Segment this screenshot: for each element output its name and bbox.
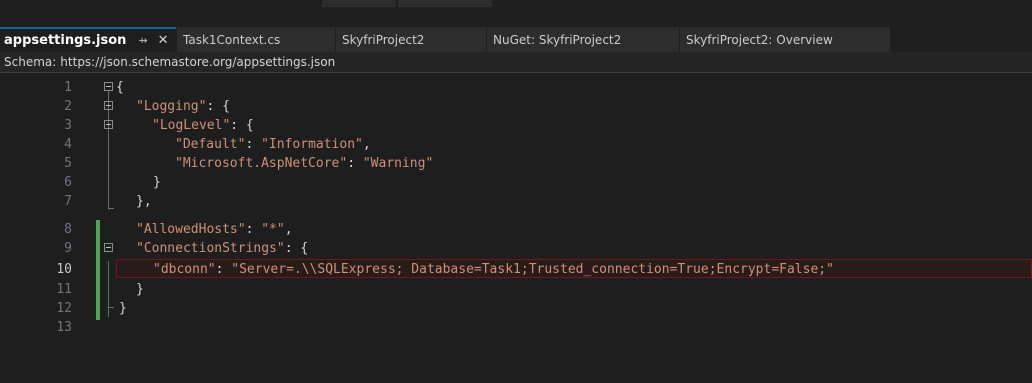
tab-label: Task1Context.cs [183,32,281,47]
tab-task1context-cs[interactable]: Task1Context.cs [177,27,335,52]
title-strip-segment [322,0,396,7]
code-line: 7 }, [0,192,1032,211]
tab-label: NuGet: SkyfriProject2 [493,32,622,47]
line-number: 6 [64,175,72,190]
tab-nuget-skyfriproject2[interactable]: NuGet: SkyfriProject2 [487,27,679,52]
tab-skyfriproject2[interactable]: SkyfriProject2 [336,27,486,52]
code-editor[interactable]: 1 { 2 "Logging": { 3 "LogLevel": { 4 "De… [0,73,1032,383]
code-line: 9 "ConnectionStrings": { [0,239,1032,258]
tab-appsettings-json[interactable]: appsettings.json ⇸ ✕ [0,27,176,52]
code-line: 2 "Logging": { [0,97,1032,116]
fold-icon[interactable] [104,82,113,91]
line-number: 12 [56,301,72,316]
code-text: "dbconn": "Server=.\\SQLExpress; Databas… [153,262,834,277]
code-line: 13 [0,318,1032,337]
line-number: 11 [56,282,72,297]
code-line: 8 "AllowedHosts": "*", [0,220,1032,239]
code-line: 4 "Default": "Information", [0,135,1032,154]
fold-icon[interactable] [104,101,113,110]
code-text: "Logging": { [136,99,230,114]
line-number: 1 [64,80,72,95]
tab-label: SkyfriProject2: Overview [686,32,833,47]
code-text: "AllowedHosts": "*", [136,222,293,237]
code-line: 12 } [0,299,1032,318]
schema-label: Schema: [4,55,57,69]
code-text: } [153,175,161,190]
code-line: 1 { [0,78,1032,97]
code-text: "ConnectionStrings": { [136,241,309,256]
pin-icon[interactable]: ⇸ [138,34,147,47]
code-text: "Default": "Information", [175,137,371,152]
code-text: } [136,282,144,297]
line-number: 9 [64,241,72,256]
line-number: 7 [64,194,72,209]
code-text: { [116,80,124,95]
line-number: 4 [64,137,72,152]
schema-bar: Schema: https://json.schemastore.org/app… [0,52,1032,73]
code-text: }, [136,194,152,209]
line-number: 5 [64,156,72,171]
line-number: 2 [64,99,72,114]
fold-icon[interactable] [104,243,113,252]
tab-label: SkyfriProject2 [342,32,425,47]
fold-icon[interactable] [104,120,113,129]
document-tab-bar: appsettings.json ⇸ ✕ Task1Context.cs Sky… [0,27,1032,52]
code-line-current: 10 "dbconn": "Server=.\\SQLExpress; Data… [0,259,1032,279]
code-line: 11 } [0,280,1032,299]
line-number: 10 [56,262,72,277]
tab-skyfriproject2-overview[interactable]: SkyfriProject2: Overview [680,27,890,52]
line-number: 13 [56,320,72,335]
title-strip-segment [398,0,492,7]
close-icon[interactable]: ✕ [158,33,169,48]
line-number: 8 [64,222,72,237]
code-text: "Microsoft.AspNetCore": "Warning" [175,156,434,171]
title-strip [0,0,1032,27]
schema-url[interactable]: https://json.schemastore.org/appsettings… [60,55,335,69]
code-line: 3 "LogLevel": { [0,116,1032,135]
code-text: } [119,301,127,316]
code-line: 5 "Microsoft.AspNetCore": "Warning" [0,154,1032,173]
line-number: 3 [64,118,72,133]
code-text: "LogLevel": { [152,118,254,133]
code-line: 6 } [0,173,1032,192]
tab-label: appsettings.json [4,33,127,48]
